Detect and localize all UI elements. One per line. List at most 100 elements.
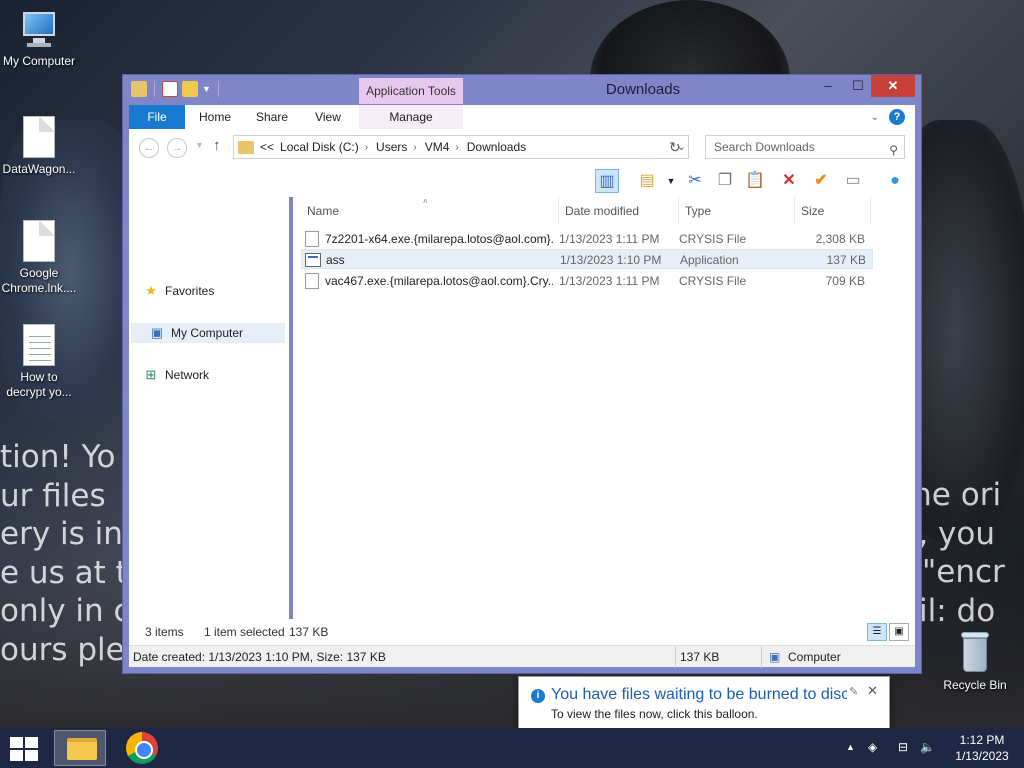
show-hidden-icons-icon[interactable]: ▲ [846,742,855,752]
breadcrumb-downloads[interactable]: Downloads [467,140,526,154]
close-icon[interactable]: ✕ [867,683,878,699]
nav-item-label: Network [165,368,210,382]
tab-manage[interactable]: Manage [359,105,463,129]
tab-home[interactable]: Home [193,105,237,129]
desktop-icon-how-to-decrypt[interactable]: How to decrypt yo... [0,324,78,400]
ransom-line: only in c [0,593,122,629]
file-row[interactable]: vac467.exe.{milarepa.lotos@aol.com}.Cry.… [301,271,873,291]
large-icons-view-icon[interactable]: ▣ [889,623,909,641]
column-header-size[interactable]: Size [795,197,871,225]
ransom-line: e us at t [0,554,122,591]
tab-file[interactable]: File [129,105,185,129]
globe-icon[interactable]: ● [883,169,907,193]
address-bar[interactable]: << Local Disk (C:) › Users › VM4 › Downl… [233,135,689,159]
breadcrumb-vm4[interactable]: VM4 [425,140,450,154]
back-button[interactable]: ← [139,138,159,158]
computer-icon [19,10,59,50]
text-file-icon [23,324,55,366]
file-row[interactable]: 7z2201-x64.exe.{milarepa.lotos@aol.com}.… [301,229,873,249]
file-type: Application [680,253,739,267]
network-icon: ⊞ [145,367,157,382]
recent-locations-icon[interactable]: ▼ [195,140,204,150]
search-input[interactable]: Search Downloads ⚲ [705,135,905,159]
desktop-icon-datawagon[interactable]: DataWagon... [0,116,78,177]
balloon-title: You have files waiting to be burned to d… [551,686,847,703]
file-icon [23,220,55,262]
application-icon [305,253,321,267]
ransom-line: tion! Yo [0,439,116,475]
close-button[interactable]: ✕ [871,75,915,97]
breadcrumb-local-disk[interactable]: Local Disk (C:) [280,140,359,154]
column-header-date-modified[interactable]: Date modified [559,197,679,225]
breadcrumb-overflow[interactable]: << [260,140,274,154]
details-size: 137 KB [680,650,720,664]
star-icon: ★ [145,283,157,298]
network-icon[interactable]: ⊟ [898,740,908,754]
rename-icon[interactable]: ▭ [841,169,865,193]
help-icon[interactable]: ? [889,109,905,125]
separator [217,81,219,97]
ransom-line: ours plea [0,631,122,668]
volume-icon[interactable]: 🔈 [920,740,935,754]
column-header-name[interactable]: Name [301,197,559,225]
minimize-button[interactable]: – [813,75,843,97]
search-icon[interactable]: ⚲ [889,139,898,161]
details-info: Date created: 1/13/2023 1:10 PM, Size: 1… [133,650,386,664]
wrench-icon[interactable]: ✎ [849,685,858,698]
file-date: 1/13/2023 1:11 PM [559,274,660,288]
expand-ribbon-icon[interactable]: ⌄ [871,112,879,123]
file-size: 2,308 KB [815,232,865,246]
chevron-down-icon[interactable]: ▼ [659,169,683,193]
delete-icon[interactable]: ✕ [777,169,801,193]
chevron-right-icon[interactable]: › [365,142,368,153]
status-bar: 3 items 1 item selected 137 KB ☰ ▣ [129,619,915,645]
divider [761,646,762,668]
clock-time: 1:12 PM [959,733,1005,747]
preview-pane-icon[interactable]: ▥ [595,169,619,193]
title-bar[interactable]: ▼ Application Tools Downloads – ☐ ✕ [123,75,921,105]
folder-icon [131,81,147,97]
nav-item-favorites[interactable]: ★ Favorites [143,281,214,301]
chevron-right-icon[interactable]: › [455,142,458,153]
tab-share[interactable]: Share [251,105,293,129]
desktop-icon-label: DataWagon... [2,162,76,176]
copy-icon[interactable]: ❐ [713,169,737,193]
file-type: CRYSIS File [679,232,747,246]
ribbon-right-controls: ⌄ ? [871,109,905,125]
file-name: vac467.exe.{milarepa.lotos@aol.com}.Cry.… [325,274,553,288]
chevron-right-icon[interactable]: › [413,142,416,153]
tab-view[interactable]: View [307,105,349,129]
properties-icon[interactable]: ▤ [635,169,659,193]
search-placeholder: Search Downloads [714,140,815,154]
column-header-type[interactable]: Type [679,197,795,225]
checkmark-icon[interactable]: ✔ [809,169,833,193]
new-folder-icon[interactable] [182,81,198,97]
separator [154,81,155,97]
clock[interactable]: 1:12 PM 1/13/2023 [950,732,1014,764]
nav-item-network[interactable]: ⊞ Network [143,365,209,385]
refresh-icon[interactable]: ↻ [669,139,681,156]
file-date: 1/13/2023 1:11 PM [559,232,660,246]
cut-icon[interactable]: ✂ [683,169,707,193]
burn-disc-icon[interactable]: ◈ [868,740,877,754]
paste-icon[interactable]: 📋 [743,169,767,193]
desktop-icon-my-computer[interactable]: My Computer [0,10,78,69]
desktop-icon-chrome-shortcut[interactable]: Google Chrome.lnk.... [0,220,78,296]
up-button[interactable]: ↑ [213,137,221,154]
details-location: Computer [788,650,841,664]
properties-icon[interactable] [162,81,178,97]
desktop-icon-recycle-bin[interactable]: Recycle Bin [936,632,1014,693]
file-row-selected[interactable]: ass 1/13/2023 1:10 PM Application 137 KB [301,249,873,269]
taskbar-chrome[interactable] [116,730,168,766]
details-view-icon[interactable]: ☰ [867,623,887,641]
taskbar-file-explorer[interactable] [54,730,106,766]
start-button[interactable] [8,734,40,762]
command-toolbar: ▥ ▤ ▼ ✂ ❐ 📋 ✕ ✔ ▭ ● [129,165,915,197]
item-count: 3 items [145,625,184,639]
chevron-down-icon[interactable]: ▼ [202,84,211,94]
breadcrumb-users[interactable]: Users [376,140,407,154]
maximize-button[interactable]: ☐ [843,75,873,97]
nav-item-my-computer[interactable]: ▣ My Computer [131,323,285,343]
notification-balloon[interactable]: i You have files waiting to be burned to… [518,676,890,739]
forward-button[interactable]: → [167,138,187,158]
